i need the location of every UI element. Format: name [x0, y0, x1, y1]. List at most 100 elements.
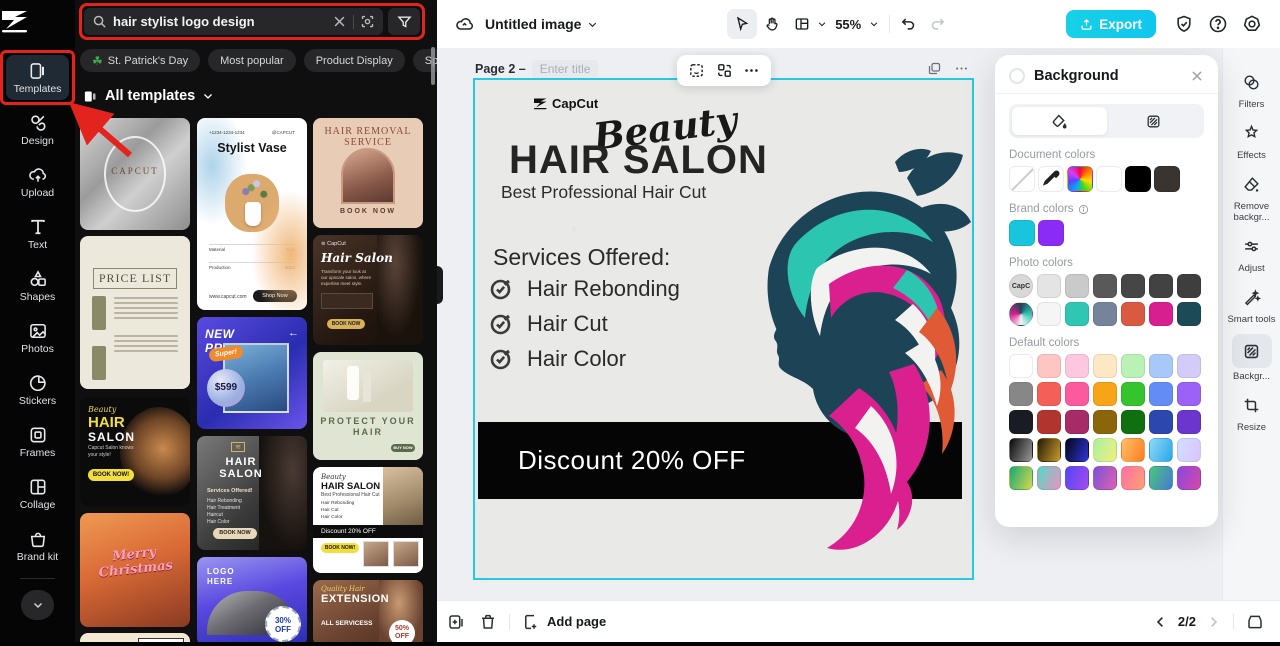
cloud-save-icon[interactable]: [455, 14, 475, 34]
color-swatch[interactable]: [1149, 466, 1173, 490]
photo-thumb-capcut[interactable]: CapC: [1009, 274, 1033, 298]
design-subtitle-text[interactable]: Best Professional Hair Cut: [501, 182, 706, 203]
delete-page-icon[interactable]: [479, 613, 497, 631]
layout-chevron-icon[interactable]: [817, 19, 827, 29]
color-swatch[interactable]: [1093, 438, 1117, 462]
tool-rail-item-removebg[interactable]: Remove backgr...: [1226, 170, 1278, 223]
page-title-input[interactable]: Enter title: [531, 60, 599, 78]
template-card[interactable]: +1234-1234-1234 @CAPCUT Stylist Vase Mate…: [197, 118, 307, 310]
select-area-icon[interactable]: [688, 62, 705, 79]
template-card[interactable]: CAPCUT: [80, 118, 190, 230]
title-chevron-icon[interactable]: [587, 19, 598, 30]
color-swatch[interactable]: [1093, 354, 1117, 378]
color-swatch[interactable]: [1149, 354, 1173, 378]
template-card[interactable]: LOGO HERE 30% OFF: [197, 557, 307, 646]
color-swatch[interactable]: [1121, 410, 1145, 434]
design-services-heading[interactable]: Services Offered:: [493, 244, 670, 271]
solid-fill-tab[interactable]: [1012, 107, 1107, 135]
clear-search-icon[interactable]: [332, 14, 347, 29]
hair-illustration[interactable]: [711, 146, 972, 566]
zoom-chevron-icon[interactable]: [869, 19, 879, 29]
color-swatch[interactable]: [1093, 410, 1117, 434]
color-swatch[interactable]: [1065, 382, 1089, 406]
rainbow-swatch[interactable]: [1067, 166, 1093, 192]
select-tool[interactable]: [727, 9, 758, 39]
redo-icon[interactable]: [929, 14, 946, 34]
filter-chip[interactable]: Product Display: [303, 49, 405, 72]
tool-rail-item-background[interactable]: Backgr...: [1226, 334, 1278, 382]
template-card[interactable]: PRICE LIST: [80, 236, 190, 389]
panel-scrollbar[interactable]: [431, 47, 435, 85]
color-swatch[interactable]: [1009, 220, 1035, 246]
tool-rail-item-resize[interactable]: Resize: [1226, 391, 1278, 433]
color-swatch[interactable]: [1121, 382, 1145, 406]
color-swatch[interactable]: [1037, 438, 1061, 462]
color-swatch[interactable]: [1065, 354, 1089, 378]
tool-rail-item-filters[interactable]: Filters: [1226, 68, 1278, 110]
undo-icon[interactable]: [900, 14, 917, 34]
nav-collapse-button[interactable]: [21, 590, 54, 620]
template-card[interactable]: PROTECT YOUR HAIR BUY NOW: [313, 352, 423, 460]
color-swatch[interactable]: [1177, 466, 1201, 490]
sidebar-item-brandkit[interactable]: Brand kit: [6, 523, 69, 568]
color-swatch[interactable]: [1177, 302, 1201, 326]
color-swatch[interactable]: [1093, 302, 1117, 326]
template-card[interactable]: ≋ CapCut Hair Salon Transform your look …: [313, 235, 423, 345]
sidebar-item-photos[interactable]: Photos: [6, 315, 69, 360]
template-card[interactable]: Beauty HAIR SALON Best Professional Hair…: [313, 467, 423, 573]
color-swatch[interactable]: [1009, 354, 1033, 378]
next-page-icon[interactable]: [1206, 613, 1221, 631]
color-swatch[interactable]: [1149, 302, 1173, 326]
sidebar-item-stickers[interactable]: Stickers: [6, 367, 69, 412]
tool-rail-item-effects[interactable]: Effects: [1226, 119, 1278, 161]
color-swatch[interactable]: [1065, 466, 1089, 490]
color-swatch[interactable]: [1009, 382, 1033, 406]
color-swatch[interactable]: [1065, 302, 1089, 326]
color-swatch[interactable]: [1065, 410, 1089, 434]
canvas-page[interactable]: CapCut Beauty HAIR SALON Best Profession…: [473, 78, 974, 580]
template-card[interactable]: HAIR REMOVAL SERVICE BOOK NOW: [313, 118, 423, 228]
capcut-logo[interactable]: [0, 8, 75, 34]
transparent-fill-tab[interactable]: [1107, 107, 1202, 135]
filter-chip[interactable]: Most popular: [208, 49, 296, 72]
color-swatch[interactable]: [1009, 438, 1033, 462]
settings-icon[interactable]: [1242, 14, 1262, 34]
color-swatch[interactable]: [1037, 302, 1061, 326]
color-swatch[interactable]: [1121, 466, 1145, 490]
color-swatch[interactable]: [1149, 410, 1173, 434]
eyedropper-swatch[interactable]: [1038, 166, 1064, 192]
color-swatch[interactable]: [1121, 274, 1145, 298]
sidebar-item-frames[interactable]: Frames: [6, 419, 69, 464]
filter-chip[interactable]: ☘ St. Patrick's Day: [80, 49, 201, 72]
color-swatch[interactable]: [1096, 166, 1122, 192]
sidebar-item-design[interactable]: Design: [6, 107, 69, 152]
template-card[interactable]: NEW PRODUCTS ← Super! $599: [197, 317, 307, 429]
color-swatch[interactable]: [1038, 220, 1064, 246]
color-swatch[interactable]: [1009, 410, 1033, 434]
sidebar-item-shapes[interactable]: Shapes: [6, 263, 69, 308]
color-swatch[interactable]: [1121, 302, 1145, 326]
prev-page-icon[interactable]: [1153, 613, 1168, 631]
color-swatch[interactable]: [1037, 410, 1061, 434]
color-swatch[interactable]: [1009, 466, 1033, 490]
color-swatch[interactable]: [1177, 382, 1201, 406]
color-swatch[interactable]: [1093, 274, 1117, 298]
color-swatch[interactable]: [1037, 466, 1061, 490]
pages-tray-icon[interactable]: [1246, 613, 1264, 631]
all-templates-dropdown[interactable]: All templates: [83, 88, 214, 104]
zoom-level[interactable]: 55%: [835, 17, 861, 32]
color-swatch[interactable]: [1125, 166, 1151, 192]
close-icon[interactable]: [1190, 69, 1204, 83]
color-swatch[interactable]: [1149, 274, 1173, 298]
filter-button[interactable]: [388, 8, 420, 35]
color-swatch[interactable]: [1177, 274, 1201, 298]
design-brand-logo[interactable]: CapCut: [533, 96, 598, 111]
color-swatch[interactable]: [1154, 166, 1180, 192]
template-card[interactable]: ≋ HAIR SALON Services Offered! Hair Rebo…: [197, 436, 307, 550]
color-swatch[interactable]: [1177, 354, 1201, 378]
color-swatch[interactable]: [1177, 438, 1201, 462]
sidebar-item-upload[interactable]: Upload: [6, 159, 69, 204]
color-swatch[interactable]: [1037, 274, 1061, 298]
swap-template-icon[interactable]: [716, 62, 733, 79]
help-icon[interactable]: [1208, 14, 1228, 34]
